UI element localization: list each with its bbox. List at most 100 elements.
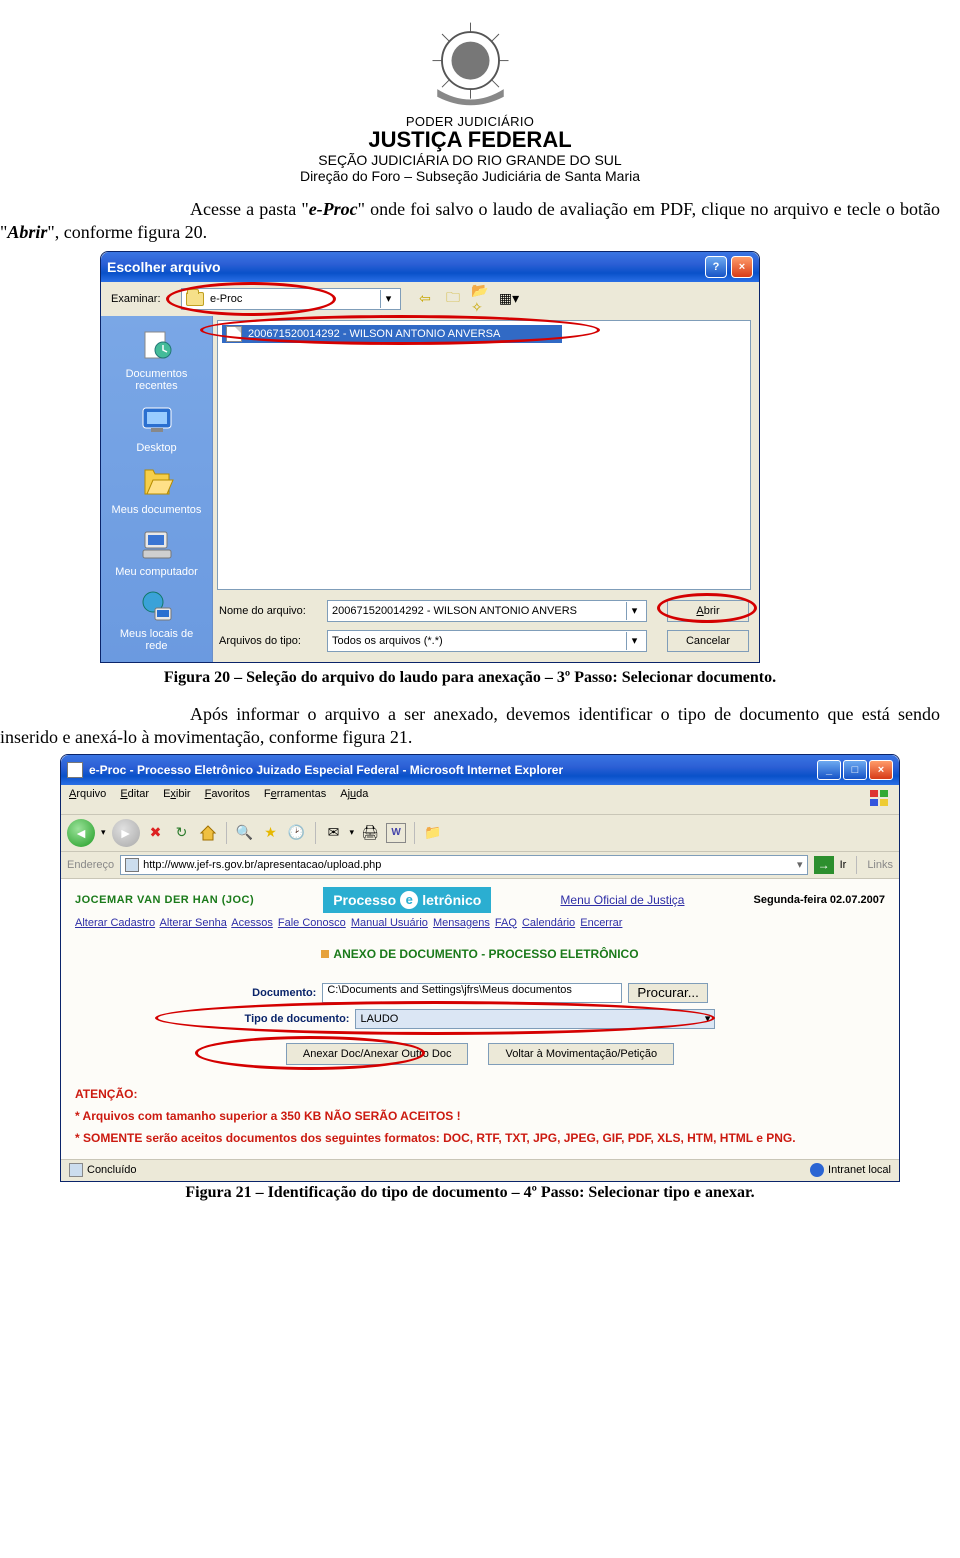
- atencao-note-2: * SOMENTE serão aceitos documentos dos s…: [75, 1131, 885, 1145]
- stop-icon[interactable]: ✖: [146, 823, 166, 843]
- ie-page-icon: [67, 762, 83, 778]
- maximize-button[interactable]: □: [843, 760, 867, 780]
- tipo-label: Tipo de documento:: [245, 1013, 350, 1025]
- place-network[interactable]: Meus locais de rede: [109, 586, 205, 652]
- atencao-note-1: * Arquivos com tamanho superior a 350 KB…: [75, 1109, 885, 1123]
- user-name: JOCEMAR VAN DER HAN (JOC): [75, 894, 254, 906]
- place-recent[interactable]: Documentos recentes: [109, 326, 205, 392]
- ie-toolbar: ◄▾ ► ✖ ↻ 🔍 ★ 🕑 ✉▾ 🖨 W 📁: [61, 815, 899, 852]
- chevron-down-icon[interactable]: ▾: [380, 290, 396, 308]
- documento-label: Documento:: [252, 987, 316, 999]
- figure-20-caption: Figura 20 – Seleção do arquivo do laudo …: [0, 669, 940, 687]
- search-icon[interactable]: 🔍: [235, 823, 255, 843]
- anexar-button[interactable]: Anexar Doc/Anexar Outro Doc: [286, 1043, 469, 1065]
- filename-field[interactable]: 200671520014292 - WILSON ANTONIO ANVERS …: [327, 600, 647, 622]
- desktop-icon: [137, 400, 177, 440]
- page-icon: [125, 858, 139, 872]
- word-icon[interactable]: W: [386, 823, 406, 843]
- nav-encerrar[interactable]: Encerrar: [580, 917, 622, 929]
- file-name: 200671520014292 - WILSON ANTONIO ANVERSA: [248, 328, 500, 340]
- nav-calendario[interactable]: Calendário: [522, 917, 575, 929]
- header-line-4: Direção do Foro – Subseção Judiciária de…: [0, 168, 940, 184]
- square-bullet-icon: [321, 950, 329, 958]
- nav-back-button[interactable]: ◄: [67, 819, 95, 847]
- filetype-field[interactable]: Todos os arquivos (*.*) ▾: [327, 630, 647, 652]
- e-icon: e: [400, 891, 418, 909]
- file-dialog: Escolher arquivo ? × Examinar: e-Proc ▾ …: [100, 251, 760, 663]
- ie-window: e-Proc - Processo Eletrônico Juizado Esp…: [60, 754, 900, 1182]
- ie-titlebar[interactable]: e-Proc - Processo Eletrônico Juizado Esp…: [61, 755, 899, 785]
- figure-21-caption: Figura 21 – Identificação do tipo de doc…: [0, 1184, 940, 1202]
- home-icon[interactable]: [198, 823, 218, 843]
- menu-exibir[interactable]: Exibir: [163, 788, 191, 811]
- nav-manual[interactable]: Manual Usuário: [351, 917, 428, 929]
- ie-title: e-Proc - Processo Eletrônico Juizado Esp…: [89, 763, 563, 777]
- dialog-titlebar[interactable]: Escolher arquivo ? ×: [101, 252, 759, 282]
- close-button[interactable]: ×: [869, 760, 893, 780]
- coat-of-arms-icon: [423, 15, 518, 110]
- menu-ajuda[interactable]: Ajuda: [340, 788, 368, 811]
- nav-links: Alterar Cadastro Alterar Senha Acessos F…: [75, 917, 885, 929]
- file-item-selected[interactable]: 200671520014292 - WILSON ANTONIO ANVERSA: [222, 325, 562, 343]
- voltar-button[interactable]: Voltar à Movimentação/Petição: [488, 1043, 674, 1065]
- status-text: Concluído: [87, 1164, 137, 1176]
- folder-icon[interactable]: 📁: [423, 823, 443, 843]
- favorites-icon[interactable]: ★: [261, 823, 281, 843]
- help-button[interactable]: ?: [705, 256, 727, 278]
- print-icon[interactable]: 🖨: [360, 823, 380, 843]
- nav-fale-conosco[interactable]: Fale Conosco: [278, 917, 346, 929]
- nav-faq[interactable]: FAQ: [495, 917, 517, 929]
- cancel-button[interactable]: Cancelar: [667, 630, 749, 652]
- new-folder-icon[interactable]: 📂✧: [471, 289, 491, 309]
- filename-label: Nome do arquivo:: [219, 605, 319, 617]
- intranet-icon: [810, 1163, 824, 1177]
- documento-field[interactable]: C:\Documents and Settings\jfrs\Meus docu…: [322, 983, 622, 1003]
- paragraph-2: Após informar o arquivo a ser anexado, d…: [0, 703, 940, 750]
- address-field[interactable]: http://www.jef-rs.gov.br/apresentacao/up…: [120, 855, 807, 875]
- views-icon[interactable]: ▦▾: [499, 289, 519, 309]
- paragraph-1: Acesse a pasta "e-Proc" onde foi salvo o…: [0, 198, 940, 245]
- atencao-label: ATENÇÃO:: [75, 1087, 885, 1101]
- nav-alterar-senha[interactable]: Alterar Senha: [160, 917, 227, 929]
- page-content: JOCEMAR VAN DER HAN (JOC) Processo e let…: [61, 879, 899, 1159]
- dialog-title: Escolher arquivo: [107, 259, 221, 275]
- chevron-down-icon[interactable]: ▾: [626, 602, 642, 620]
- menu-oficial-link[interactable]: Menu Oficial de Justiça: [560, 893, 684, 907]
- history-icon[interactable]: 🕑: [287, 823, 307, 843]
- folder-icon: [186, 292, 204, 306]
- tipo-select[interactable]: LAUDO ▾: [355, 1009, 715, 1029]
- refresh-icon[interactable]: ↻: [172, 823, 192, 843]
- folder-combo[interactable]: e-Proc ▾: [181, 288, 401, 310]
- menu-ferramentas[interactable]: Ferramentas: [264, 788, 326, 811]
- place-mydocs[interactable]: Meus documentos: [109, 462, 205, 516]
- file-list[interactable]: 200671520014292 - WILSON ANTONIO ANVERSA: [217, 320, 751, 590]
- address-label: Endereço: [67, 859, 114, 871]
- nav-mensagens[interactable]: Mensagens: [433, 917, 490, 929]
- ie-menu-bar: Arquivo Editar Exibir Favoritos Ferramen…: [61, 785, 899, 815]
- chevron-down-icon[interactable]: ▾: [626, 632, 642, 650]
- menu-favoritos[interactable]: Favoritos: [205, 788, 250, 811]
- place-desktop[interactable]: Desktop: [109, 400, 205, 454]
- open-button[interactable]: Abrir: [667, 600, 749, 622]
- go-button[interactable]: →: [814, 856, 834, 874]
- header-line-3: SEÇÃO JUDICIÁRIA DO RIO GRANDE DO SUL: [0, 152, 940, 168]
- pdf-file-icon: [226, 326, 242, 342]
- close-button[interactable]: ×: [731, 256, 753, 278]
- minimize-button[interactable]: _: [817, 760, 841, 780]
- go-label: Ir: [840, 859, 847, 871]
- section-title: ANEXO DE DOCUMENTO - PROCESSO ELETRÔNICO: [75, 947, 885, 961]
- nav-forward-button[interactable]: ►: [112, 819, 140, 847]
- header-line-2: JUSTIÇA FEDERAL: [0, 127, 940, 153]
- up-folder-icon[interactable]: 🗀: [443, 289, 463, 309]
- mail-icon[interactable]: ✉: [324, 823, 344, 843]
- menu-editar[interactable]: Editar: [120, 788, 149, 811]
- menu-arquivo[interactable]: Arquivo: [69, 788, 106, 811]
- chevron-down-icon[interactable]: ▾: [705, 1012, 711, 1025]
- folder-name: e-Proc: [210, 293, 242, 305]
- procurar-button[interactable]: Procurar...: [628, 983, 707, 1003]
- back-icon[interactable]: ⇦: [415, 289, 435, 309]
- place-mycomp[interactable]: Meu computador: [109, 524, 205, 578]
- letterhead: PODER JUDICIÁRIO JUSTIÇA FEDERAL SEÇÃO J…: [0, 15, 940, 184]
- nav-acessos[interactable]: Acessos: [231, 917, 273, 929]
- nav-alterar-cadastro[interactable]: Alterar Cadastro: [75, 917, 155, 929]
